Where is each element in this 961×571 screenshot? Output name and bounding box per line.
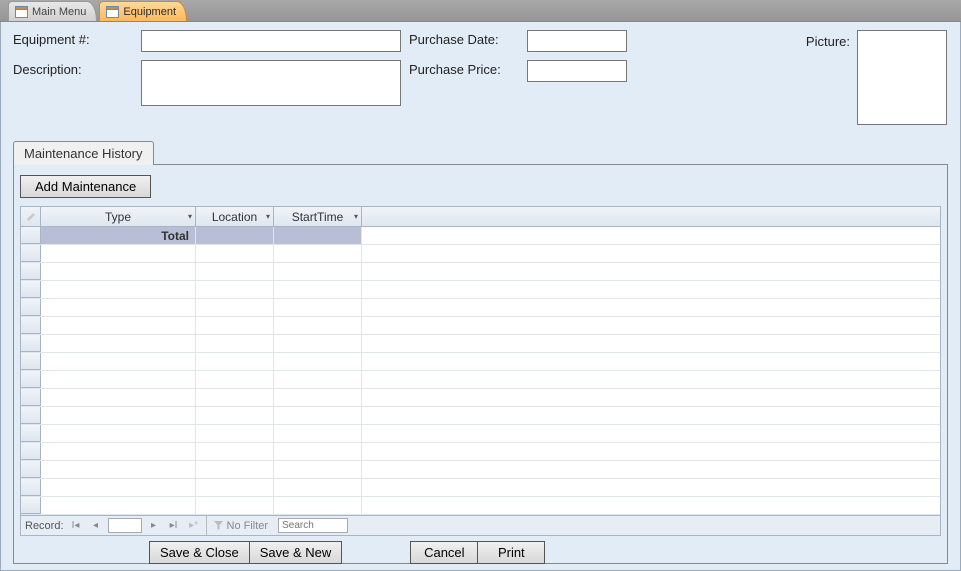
nav-new-button[interactable]: ▸*	[186, 518, 202, 534]
empty-row[interactable]	[21, 353, 940, 371]
column-header-location[interactable]: Location ▾	[196, 207, 274, 226]
total-starttime-cell	[274, 227, 362, 244]
form-icon	[15, 6, 28, 18]
row-selector[interactable]	[21, 479, 41, 496]
empty-row[interactable]	[21, 281, 940, 299]
tab-main-menu-label: Main Menu	[32, 6, 86, 18]
subform-tabs: Maintenance History Add Maintenance Type…	[13, 140, 948, 564]
row-selector[interactable]	[21, 317, 41, 334]
record-number-input[interactable]	[108, 518, 142, 533]
purchase-date-label: Purchase Date:	[409, 30, 519, 47]
add-maintenance-button[interactable]: Add Maintenance	[20, 175, 151, 198]
search-input[interactable]	[278, 518, 348, 533]
equipment-number-label: Equipment #:	[13, 30, 133, 47]
empty-row[interactable]	[21, 317, 940, 335]
datasheet-header: Type ▾ Location ▾ StartTime ▾	[21, 207, 940, 227]
filter-indicator[interactable]: No Filter	[206, 516, 275, 535]
empty-row[interactable]	[21, 335, 940, 353]
empty-row[interactable]	[21, 389, 940, 407]
empty-row[interactable]	[21, 443, 940, 461]
row-selector[interactable]	[21, 353, 41, 370]
select-all-cell[interactable]	[21, 207, 41, 226]
cancel-button[interactable]: Cancel	[410, 541, 478, 564]
equipment-form-window: Main Menu Equipment Equipment #: Purchas…	[0, 0, 961, 571]
description-input[interactable]	[141, 60, 401, 106]
purchase-price-label: Purchase Price:	[409, 60, 519, 77]
row-selector[interactable]	[21, 281, 41, 298]
nav-last-button[interactable]: ▸I	[166, 518, 182, 534]
empty-row[interactable]	[21, 497, 940, 515]
empty-row[interactable]	[21, 299, 940, 317]
save-new-button[interactable]: Save & New	[249, 541, 343, 564]
row-selector[interactable]	[21, 227, 41, 244]
empty-row[interactable]	[21, 461, 940, 479]
column-header-starttime[interactable]: StartTime ▾	[274, 207, 362, 226]
row-selector[interactable]	[21, 497, 41, 514]
form-icon	[106, 6, 119, 18]
tab-equipment-label: Equipment	[123, 6, 176, 18]
form-action-buttons: Save & Close Save & New Cancel Print	[1, 541, 960, 564]
tab-equipment[interactable]: Equipment	[99, 1, 187, 21]
row-selector[interactable]	[21, 299, 41, 316]
purchase-price-input[interactable]	[527, 60, 627, 82]
dropdown-icon: ▾	[354, 212, 358, 221]
equipment-number-input[interactable]	[141, 30, 401, 52]
funnel-icon	[213, 520, 224, 531]
empty-row[interactable]	[21, 407, 940, 425]
purchase-date-input[interactable]	[527, 30, 627, 52]
tab-maintenance-history[interactable]: Maintenance History	[13, 141, 154, 165]
total-label-cell: Total	[41, 227, 196, 244]
record-label: Record:	[25, 520, 64, 532]
total-row: Total	[21, 227, 940, 245]
picture-label: Picture:	[806, 32, 850, 49]
row-selector[interactable]	[21, 263, 41, 280]
row-selector[interactable]	[21, 461, 41, 478]
row-selector[interactable]	[21, 407, 41, 424]
maintenance-history-panel: Add Maintenance Type ▾ Location ▾	[13, 164, 948, 564]
column-header-type[interactable]: Type ▾	[41, 207, 196, 226]
empty-row[interactable]	[21, 479, 940, 497]
form-area: Equipment #: Purchase Date: Description:…	[0, 22, 961, 571]
empty-row[interactable]	[21, 263, 940, 281]
row-selector[interactable]	[21, 245, 41, 262]
maintenance-datasheet: Type ▾ Location ▾ StartTime ▾	[20, 206, 941, 536]
row-selector[interactable]	[21, 389, 41, 406]
document-tab-bar: Main Menu Equipment	[0, 0, 961, 22]
nav-next-button[interactable]: ▸	[146, 518, 162, 534]
picture-box[interactable]	[857, 30, 947, 125]
nav-prev-button[interactable]: ◂	[88, 518, 104, 534]
row-selector[interactable]	[21, 443, 41, 460]
dropdown-icon: ▾	[188, 212, 192, 221]
row-selector[interactable]	[21, 335, 41, 352]
record-navigator: Record: I◂ ◂ ▸ ▸I ▸* No Filter	[21, 515, 940, 535]
empty-row[interactable]	[21, 371, 940, 389]
column-header-empty	[362, 207, 940, 226]
dropdown-icon: ▾	[266, 212, 270, 221]
top-fields: Equipment #: Purchase Date: Description:…	[13, 30, 948, 106]
pencil-icon	[26, 212, 36, 222]
empty-row[interactable]	[21, 245, 940, 263]
empty-row[interactable]	[21, 425, 940, 443]
print-button[interactable]: Print	[477, 541, 545, 564]
row-selector[interactable]	[21, 425, 41, 442]
tab-main-menu[interactable]: Main Menu	[8, 1, 97, 21]
nav-first-button[interactable]: I◂	[68, 518, 84, 534]
row-selector[interactable]	[21, 371, 41, 388]
description-label: Description:	[13, 60, 133, 77]
save-close-button[interactable]: Save & Close	[149, 541, 250, 564]
total-location-cell	[196, 227, 274, 244]
